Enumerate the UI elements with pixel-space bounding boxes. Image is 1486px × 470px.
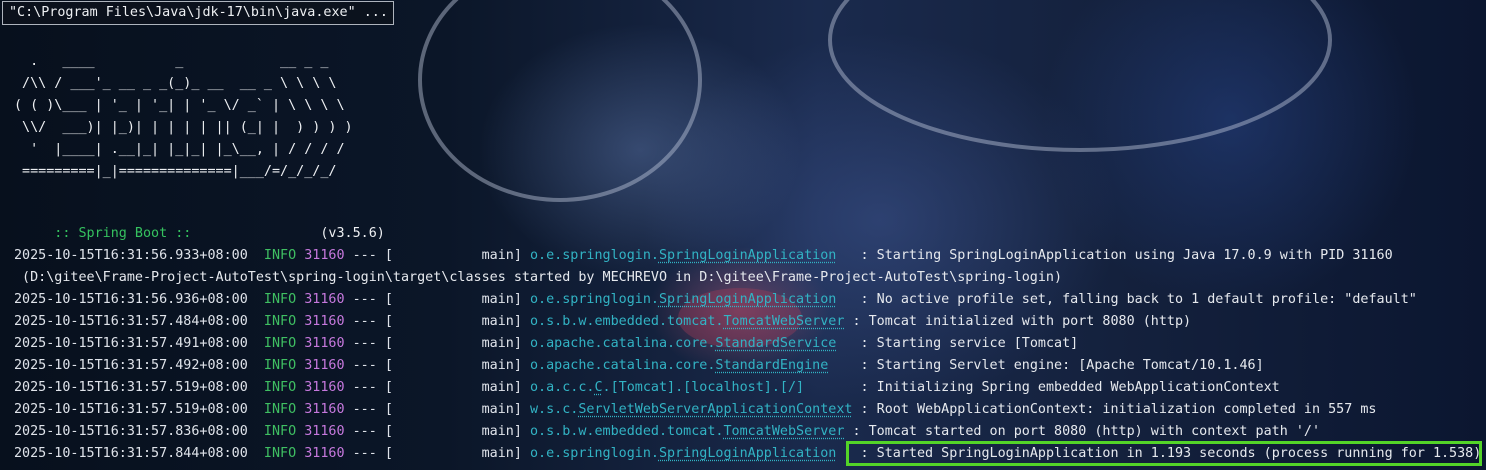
log-logger-class-link[interactable]: SpringLoginApplication (659, 292, 836, 307)
started-message-highlight (846, 441, 1482, 466)
log-pid: 31160 (304, 402, 345, 417)
log-timestamp: 2025-10-15T16:31:56.936+08:00 (14, 292, 248, 307)
log-level: INFO (263, 446, 297, 461)
log-message: : Starting service [Tomcat] (860, 336, 1079, 351)
log-thread: main] (392, 292, 522, 307)
log-logger-class-link[interactable]: ServletWebServerApplicationContext (578, 402, 852, 417)
log-separator: --- [ (352, 248, 393, 263)
run-console[interactable]: "C:\Program Files\Java\jdk-17\bin\java.e… (0, 0, 1486, 470)
log-thread: main] (392, 424, 522, 439)
log-line: 2025-10-15T16:31:57.519+08:00 INFO 31160… (14, 399, 1377, 421)
log-thread: main] (392, 446, 522, 461)
log-level: INFO (263, 358, 297, 373)
banner-line: ( ( )\___ | '_ | '_| | '_ \/ _` | \ \ \ … (14, 98, 345, 113)
log-logger-package: o.s.b.w.embedded.tomcat. (529, 424, 724, 439)
log-separator: --- [ (352, 292, 393, 307)
log-thread: main] (392, 248, 522, 263)
log-logger-package: o.e.springlogin. (529, 292, 659, 307)
banner-line: ' |____| .__|_| |_|_| |_\__, | / / / / (14, 142, 345, 157)
log-line: 2025-10-15T16:31:57.836+08:00 INFO 31160… (14, 421, 1320, 443)
log-logger-class-link[interactable]: SpringLoginApplication (659, 248, 836, 263)
spring-boot-version-line: :: Spring Boot :: (v3.5.6) (14, 201, 385, 241)
banner-line: /\\ / ___'_ __ _ _(_)_ __ __ _ \ \ \ \ (14, 76, 337, 91)
log-line: 2025-10-15T16:31:57.491+08:00 INFO 31160… (14, 333, 1078, 355)
log-separator: --- [ (352, 424, 393, 439)
log-separator: --- [ (352, 402, 393, 417)
log-continuation-line: (D:\gitee\Frame-Project-AutoTest\spring-… (14, 270, 1063, 285)
log-line: 2025-10-15T16:31:57.519+08:00 INFO 31160… (14, 377, 1280, 399)
log-logger-package: o.apache.catalina.core. (529, 358, 716, 373)
spring-boot-label: :: Spring Boot :: (46, 226, 192, 241)
log-message: : Initializing Spring embedded WebApplic… (860, 380, 1280, 395)
log-logger-package: o.s.b.w.embedded.tomcat. (529, 314, 724, 329)
log-thread: main] (392, 402, 522, 417)
log-logger-class-link[interactable]: StandardService (715, 336, 836, 351)
log-level: INFO (263, 248, 297, 263)
log-separator: --- [ (352, 380, 393, 395)
log-separator: --- [ (352, 358, 393, 373)
log-pid: 31160 (304, 424, 345, 439)
log-timestamp: 2025-10-15T16:31:57.836+08:00 (14, 424, 248, 439)
log-logger-package: w.s.c. (529, 402, 579, 417)
log-pid: 31160 (304, 248, 345, 263)
log-logger-package: o.e.springlogin. (529, 446, 659, 461)
log-thread: main] (392, 314, 522, 329)
log-logger-package: o.a.c.c. (529, 380, 595, 395)
log-logger-class-link[interactable]: C (594, 380, 602, 395)
spring-boot-version: (v3.5.6) (320, 226, 385, 241)
log-level: INFO (263, 292, 297, 307)
log-timestamp: 2025-10-15T16:31:57.484+08:00 (14, 314, 248, 329)
log-message: : Starting Servlet engine: [Apache Tomca… (860, 358, 1264, 373)
log-level: INFO (263, 380, 297, 395)
log-message: : Tomcat initialized with port 8080 (htt… (852, 314, 1192, 329)
banner-line: . ____ _ __ _ _ (14, 54, 329, 69)
log-level: INFO (263, 424, 297, 439)
log-logger-class-link[interactable]: StandardEngine (715, 358, 828, 373)
window-title[interactable]: "C:\Program Files\Java\jdk-17\bin\java.e… (2, 1, 394, 25)
log-timestamp: 2025-10-15T16:31:56.933+08:00 (14, 248, 248, 263)
log-separator: --- [ (352, 336, 393, 351)
log-level: INFO (263, 314, 297, 329)
log-message: : Tomcat started on port 8080 (http) wit… (852, 424, 1321, 439)
log-timestamp: 2025-10-15T16:31:57.491+08:00 (14, 336, 248, 351)
banner-line: =========|_|==============|___/=/_/_/_/ (14, 164, 337, 179)
log-separator: --- [ (352, 314, 393, 329)
log-timestamp: 2025-10-15T16:31:57.519+08:00 (14, 402, 248, 417)
log-line: 2025-10-15T16:31:57.484+08:00 INFO 31160… (14, 311, 1191, 333)
log-line: 2025-10-15T16:31:56.936+08:00 INFO 31160… (14, 289, 1417, 311)
log-message: : Starting SpringLoginApplication using … (860, 248, 1393, 263)
log-message: : Root WebApplicationContext: initializa… (860, 402, 1377, 417)
log-separator: --- [ (352, 446, 393, 461)
log-timestamp: 2025-10-15T16:31:57.844+08:00 (14, 446, 248, 461)
log-pid: 31160 (304, 292, 345, 307)
log-pid: 31160 (304, 336, 345, 351)
log-pid: 31160 (304, 358, 345, 373)
log-thread: main] (392, 380, 522, 395)
log-timestamp: 2025-10-15T16:31:57.519+08:00 (14, 380, 248, 395)
log-thread: main] (392, 358, 522, 373)
banner-line: \\/ ___)| |_)| | | | | || (_| | ) ) ) ) (14, 120, 353, 135)
log-logger-package: o.e.springlogin. (529, 248, 659, 263)
log-thread: main] (392, 336, 522, 351)
log-pid: 31160 (304, 446, 345, 461)
log-timestamp: 2025-10-15T16:31:57.492+08:00 (14, 358, 248, 373)
log-line: 2025-10-15T16:31:57.492+08:00 INFO 31160… (14, 355, 1264, 377)
log-logger-package: o.apache.catalina.core. (529, 336, 716, 351)
log-level: INFO (263, 336, 297, 351)
log-logger-class-link[interactable]: SpringLoginApplication (659, 446, 836, 461)
log-line: 2025-10-15T16:31:56.933+08:00 INFO 31160… (14, 245, 1393, 267)
log-pid: 31160 (304, 314, 345, 329)
log-message: : No active profile set, falling back to… (860, 292, 1417, 307)
log-pid: 31160 (304, 380, 345, 395)
log-logger-tail: .[Tomcat].[localhost].[/] (602, 380, 805, 395)
log-logger-class-link[interactable]: TomcatWebServer (723, 314, 844, 329)
log-logger-class-link[interactable]: TomcatWebServer (723, 424, 844, 439)
log-level: INFO (263, 402, 297, 417)
